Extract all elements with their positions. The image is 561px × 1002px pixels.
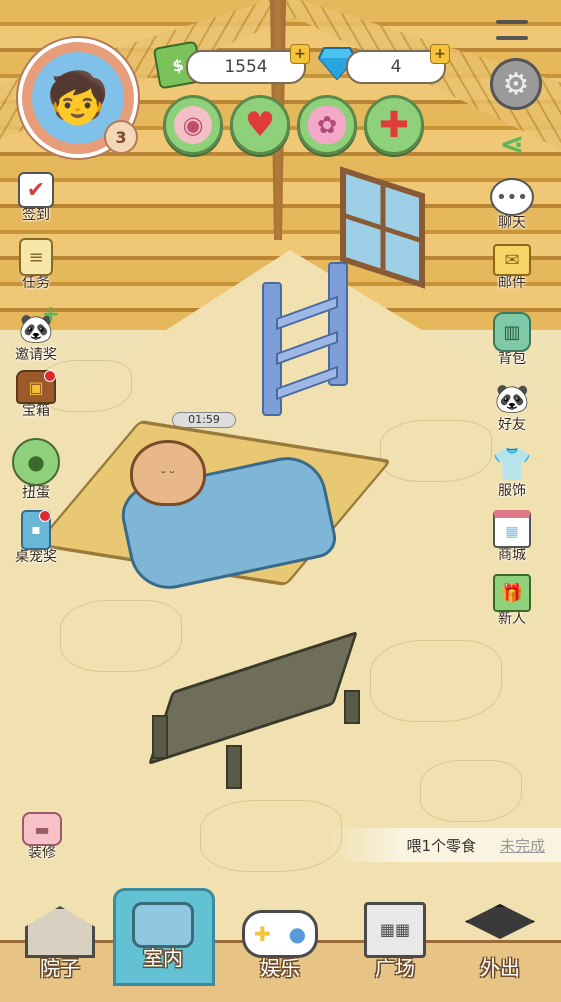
newbie-gift-button[interactable]: 🎁 新人 [482,574,542,628]
floor-crack [370,640,502,722]
hunger-stat[interactable]: ◉ [163,95,223,155]
house-icon [25,906,95,958]
blue-shelf[interactable] [262,262,348,416]
notification-dot [44,370,56,382]
chat-button[interactable]: ••• 聊天 [482,178,542,232]
share-icon[interactable]: ⋖ [494,126,530,162]
settings-gear-icon[interactable]: ⚙ [490,58,542,110]
checkin-button[interactable]: ✔ 签到 [6,172,66,224]
panda-gift-icon: 🐼 + [18,302,60,345]
graduation-cap-icon [465,904,535,939]
phone-icon: ▪ [21,510,51,550]
heart-icon: ♥ [244,105,276,145]
brain-icon: ✿ [308,106,346,144]
floor-crack [380,420,492,482]
current-task-banner[interactable]: 喂1个零食 未完成 [330,828,561,862]
shop-stall-icon: ▦ [493,510,531,548]
building-icon: ▦▦ [364,902,426,958]
plus-badge-icon: + [41,302,60,327]
nav-outing-tab[interactable]: 外出 [450,900,550,999]
gacha-ball-icon: ● [12,438,60,486]
decorate-button[interactable]: ▬ 装修 [12,812,72,862]
add-gems-button[interactable]: + [430,44,450,64]
panda-friends-icon: 🐼 [494,381,530,415]
notification-dot [39,510,51,522]
tasks-button[interactable]: ≡ 任务 [6,238,66,292]
friends-button[interactable]: 🐼 好友 [482,378,542,434]
nav-entertainment-tab[interactable]: ✚ ● 娱乐 [230,900,330,999]
backpack-icon: ▥ [493,312,531,352]
clothing-button[interactable]: 👕 服饰 [482,444,542,500]
shop-button[interactable]: ▦ 商城 [482,510,542,564]
nav-yard-tab[interactable]: 院子 [10,900,110,999]
chat-bubble-icon: ••• [490,178,534,216]
nav-plaza-tab[interactable]: ▦▦ 广场 [345,900,445,999]
shirt-icon: 👕 [492,445,532,483]
floor-crack [420,760,522,822]
desktop-pet-button[interactable]: ▪ 桌宠奖 [6,510,66,566]
health-cross-icon: ✚ [378,104,410,146]
gacha-button[interactable]: ● 扭蛋 [6,438,66,502]
floor-crack [200,800,342,872]
add-coins-button[interactable]: + [290,44,310,64]
meat-icon: ◉ [174,106,212,144]
coin-counter: 1554 [186,50,306,84]
health-stat[interactable]: ✚ [364,95,424,155]
sleeping-hamster[interactable]: ᵕ ᵕ [130,440,206,506]
invite-reward-button[interactable]: 🐼 + 邀请奖 [6,302,66,364]
wooden-table[interactable] [147,630,360,789]
menu-icon[interactable] [496,20,528,40]
task-clipboard-icon: ≡ [19,238,53,276]
envelope-icon: ✉ [493,244,531,276]
gamepad-icon: ✚ ● [242,910,318,958]
mood-stat[interactable]: ♥ [230,95,290,155]
treasure-chest-button[interactable]: ▣ 宝箱 [6,370,66,420]
intelligence-stat[interactable]: ✿ [297,95,357,155]
level-badge: 3 [104,120,138,154]
chest-icon: ▣ [16,370,56,404]
sofa-icon: ▬ [22,812,62,846]
gift-box-icon: 🎁 [493,574,531,612]
calendar-check-icon: ✔ [18,172,54,208]
mail-button[interactable]: ✉ 邮件 [482,244,542,292]
nav-indoor-tab[interactable]: 室内 [113,890,213,989]
backpack-button[interactable]: ▥ 背包 [482,312,542,368]
task-description: 喂1个零食 [406,836,476,855]
task-status: 未完成 [499,836,545,855]
